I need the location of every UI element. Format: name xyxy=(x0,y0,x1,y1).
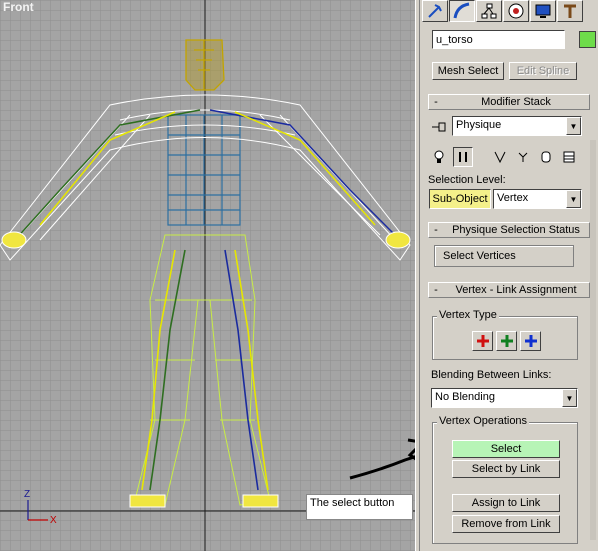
modify-icon[interactable] xyxy=(449,0,475,22)
front-viewport[interactable]: Z X Front The select button xyxy=(0,0,415,551)
rollout-collapse-icon: - xyxy=(434,284,438,296)
assign-to-link-button[interactable]: Assign to Link xyxy=(452,494,560,512)
rollout-title: Physique Selection Status xyxy=(452,224,580,236)
object-color-swatch[interactable] xyxy=(579,31,596,48)
show-end-result-icon[interactable] xyxy=(453,147,473,167)
viewport-label[interactable]: Front xyxy=(3,0,34,14)
pin-stack-icon[interactable] xyxy=(429,117,449,137)
rollout-physique-selection-status[interactable]: - Physique Selection Status xyxy=(428,222,590,238)
current-modifier: Physique xyxy=(456,119,502,131)
rollout-vertex-link-assignment[interactable]: - Vertex - Link Assignment xyxy=(428,282,590,298)
annotation-caption: The select button xyxy=(306,494,413,520)
selection-level-value: Vertex xyxy=(497,192,529,204)
selection-status-text: Select Vertices xyxy=(443,250,516,262)
edit-stack-icon[interactable] xyxy=(536,147,556,167)
hierarchy-icon[interactable] xyxy=(476,0,502,22)
blue-cross-icon xyxy=(524,335,537,347)
select-by-link-button[interactable]: Select by Link xyxy=(452,460,560,478)
make-unique-icon[interactable] xyxy=(490,147,510,167)
panel-scrollbar[interactable] xyxy=(590,140,596,540)
blending-value: No Blending xyxy=(435,391,495,403)
modifier-stack-dropdown[interactable]: Physique ▼ xyxy=(452,116,582,136)
sub-object-button[interactable]: Sub-Object xyxy=(429,189,491,209)
svg-text:Z: Z xyxy=(24,489,30,500)
edit-spline-button: Edit Spline xyxy=(509,62,577,80)
panel-tabs xyxy=(420,0,598,24)
vertex-type-label: Vertex Type xyxy=(437,309,499,321)
svg-text:X: X xyxy=(50,515,57,526)
configure-sets-icon[interactable] xyxy=(559,147,579,167)
remove-from-link-button[interactable]: Remove from Link xyxy=(452,515,560,533)
remove-modifier-icon[interactable] xyxy=(513,147,533,167)
selection-level-dropdown[interactable]: Vertex ▼ xyxy=(493,189,582,209)
rollout-collapse-icon: - xyxy=(434,96,438,108)
rollout-title: Vertex - Link Assignment xyxy=(455,284,577,296)
chevron-down-icon[interactable]: ▼ xyxy=(566,190,581,208)
red-cross-icon xyxy=(476,335,489,347)
root-vertex-button[interactable] xyxy=(520,331,541,351)
object-name-input[interactable] xyxy=(432,30,565,49)
chevron-down-icon[interactable]: ▼ xyxy=(562,389,577,407)
rollout-modifier-stack[interactable]: - Modifier Stack xyxy=(428,94,590,110)
utilities-icon[interactable] xyxy=(557,0,583,22)
display-icon[interactable] xyxy=(530,0,556,22)
blending-dropdown[interactable]: No Blending ▼ xyxy=(431,388,578,408)
wireframe-canvas[interactable]: Z X xyxy=(0,0,415,551)
create-icon[interactable] xyxy=(422,0,448,22)
vertex-operations-label: Vertex Operations xyxy=(437,415,530,427)
green-cross-icon xyxy=(500,335,513,347)
command-panel: Mesh Select Edit Spline - Modifier Stack… xyxy=(420,0,598,551)
blending-label: Blending Between Links: xyxy=(431,369,552,381)
status-box: Select Vertices xyxy=(434,245,574,267)
rollout-collapse-icon: - xyxy=(434,224,438,236)
selection-level-label: Selection Level: xyxy=(428,174,506,186)
select-button[interactable]: Select xyxy=(452,440,560,458)
deformable-vertex-button[interactable] xyxy=(496,331,517,351)
rollout-title: Modifier Stack xyxy=(481,96,551,108)
active-inactive-icon[interactable] xyxy=(429,147,449,167)
mesh-select-button[interactable]: Mesh Select xyxy=(432,62,504,80)
motion-icon[interactable] xyxy=(503,0,529,22)
head-mesh xyxy=(185,39,225,91)
chevron-down-icon[interactable]: ▼ xyxy=(566,117,581,135)
rigid-vertex-button[interactable] xyxy=(472,331,493,351)
